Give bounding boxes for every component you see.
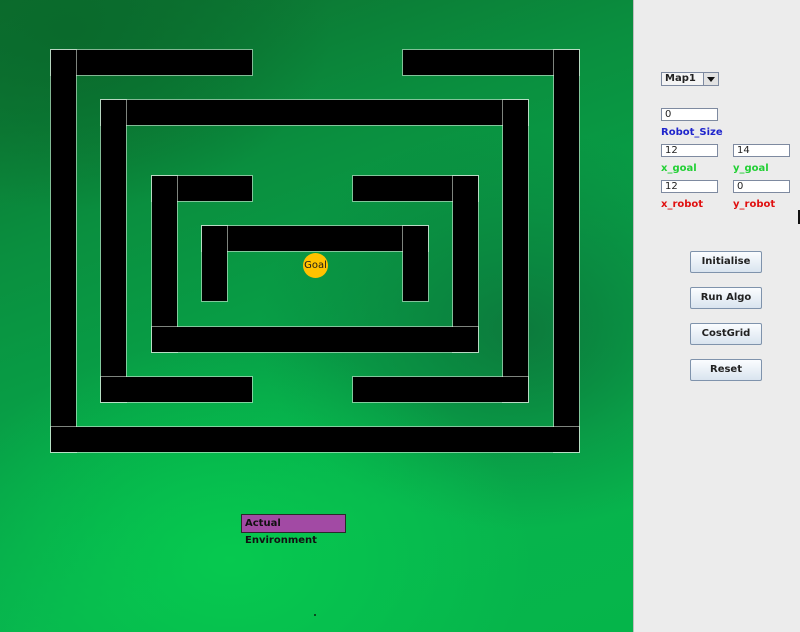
maze-wall (503, 100, 528, 402)
robot-size-field[interactable]: 0 (661, 108, 718, 121)
maze-wall (554, 50, 579, 452)
maze-wall (51, 50, 76, 452)
x-robot-field[interactable]: 12 (661, 180, 718, 193)
maze-wall (101, 377, 252, 402)
initialise-button[interactable]: Initialise (690, 251, 762, 273)
maze-wall (403, 50, 579, 75)
map-select[interactable]: Map1 (661, 72, 719, 86)
maze-wall (202, 226, 227, 301)
x-goal-label: x_goal (661, 163, 697, 174)
y-robot-label: y_robot (733, 199, 776, 210)
x-goal-field[interactable]: 12 (661, 144, 718, 157)
maze-wall (152, 327, 478, 352)
chevron-down-icon[interactable] (703, 73, 718, 85)
maze-wall (101, 100, 528, 125)
run-algo-button[interactable]: Run Algo (690, 287, 762, 309)
costgrid-button[interactable]: CostGrid (690, 323, 762, 345)
environment-caption: Actual Environment (241, 514, 346, 546)
y-goal-label: y_goal (733, 163, 769, 174)
robot-size-label: Robot_Size (661, 127, 723, 138)
maze-wall (453, 176, 478, 352)
maze-wall (51, 427, 579, 452)
control-panel (633, 0, 800, 632)
y-robot-field[interactable]: 0 (733, 180, 790, 193)
goal-label: Goal (304, 260, 327, 271)
robot-dot (314, 614, 316, 616)
maze-wall (202, 226, 428, 251)
goal-marker: Goal (303, 253, 328, 278)
x-robot-label: x_robot (661, 199, 704, 210)
maze-wall (101, 100, 126, 402)
maze-wall (353, 377, 528, 402)
maze-wall (152, 176, 177, 352)
map-select-value: Map1 (665, 73, 696, 84)
maze-wall (403, 226, 428, 301)
y-goal-field[interactable]: 14 (733, 144, 790, 157)
maze-wall (51, 50, 252, 75)
reset-button[interactable]: Reset (690, 359, 762, 381)
environment-canvas: Goal Actual Environment (0, 0, 633, 632)
